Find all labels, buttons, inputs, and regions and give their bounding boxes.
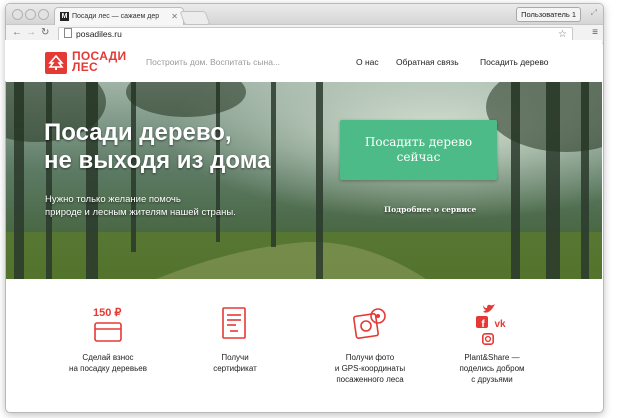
vk-icon[interactable]: vk [492,318,508,327]
feature-photo-gps-line3: посаженного леса [336,375,404,384]
site-logo[interactable]: ПОСАДИ ЛЕС [72,50,126,74]
cta-line1: Посадить дерево [364,135,473,149]
feature-plant-share: Plant&Share — поделись добром с друзьями [447,352,537,385]
hero-heading-line2: не выходя из дома [44,147,271,174]
cta-line2: сейчас [396,150,441,164]
certificate-icon [222,307,246,339]
profile-button[interactable]: Пользователь 1 [516,7,581,22]
feature-plant-share-line3: с друзьями [471,375,513,384]
feature-plant-share-line2: поделись добром [459,364,525,373]
fullscreen-icon[interactable]: ⤢ [591,8,597,18]
menu-icon[interactable]: ≡ [592,27,598,38]
url-text: posadiles.ru [76,29,122,39]
twitter-icon[interactable] [482,303,496,314]
feature-photo-gps: Получи фото и GPS-координаты посаженного… [315,352,425,385]
forest-background-image [6,82,602,279]
hero-subtitle-line2: природе и лесным жителям нашей страны. [45,207,236,218]
feature-photo-gps-line2: и GPS-координаты [334,364,406,373]
hero-banner [6,82,602,279]
close-tab-icon[interactable]: ✕ [171,12,178,21]
site-tagline: Построить дом. Воспитать сына... [146,57,281,67]
feature-certificate-line1: Получи [221,353,249,362]
zoom-window-button[interactable] [38,9,49,20]
feature-plant-share-line1: Plant&Share — [464,353,520,362]
plant-tree-now-button[interactable]: Посадить дерево сейчас [340,120,497,180]
feature-certificate-line2: сертификат [213,364,257,373]
minimize-window-button[interactable] [25,9,36,20]
feature-contribute-line2: на посадку деревьев [69,364,147,373]
more-about-service-link[interactable]: Подробнее о сервисе [384,205,476,214]
feature-contribute-line1: Сделай взнос [82,353,134,362]
feature-contribute: Сделай взнос на посадку деревьев [60,352,156,374]
feature-certificate: Получи сертификат [190,352,280,374]
title-bar: М Посади лес — сажаем дер ✕ Пользователь… [6,4,603,25]
card-icon [94,322,122,342]
hero-subtitle-line1: Нужно только желание помочь [45,194,181,205]
logo-line2: ЛЕС [72,60,98,74]
tab-title: Посади лес — сажаем дер [72,13,160,20]
browser-tab[interactable]: М Посади лес — сажаем дер ✕ [54,7,184,25]
new-tab-button[interactable] [179,11,211,25]
page-icon [64,28,72,38]
site-favicon-icon: М [60,12,69,21]
back-arrow-icon[interactable]: ← [12,27,22,38]
nav-about[interactable]: О нас [356,57,379,67]
reload-icon[interactable]: ↻ [41,27,49,38]
forward-arrow-icon[interactable]: → [26,27,36,38]
price-label: 150 ₽ [93,307,122,319]
facebook-icon[interactable]: f [476,316,488,328]
features-section [6,280,602,408]
hero-subtitle: Нужно только желание помочь природе и ле… [45,193,236,219]
close-window-button[interactable] [12,9,23,20]
nav-feedback[interactable]: Обратная связь [396,57,459,67]
nav-plant-tree[interactable]: Посадить дерево [480,57,549,67]
svg-text:vk: vk [494,319,506,327]
hero-heading: Посади дерево, не выходя из дома [44,119,270,175]
logo-tree-icon[interactable] [45,52,67,74]
feature-photo-gps-line1: Получи фото [345,353,395,362]
hero-heading-line1: Посади дерево, [44,119,232,146]
photo-gps-icon [353,308,386,339]
instagram-icon[interactable] [482,333,494,345]
